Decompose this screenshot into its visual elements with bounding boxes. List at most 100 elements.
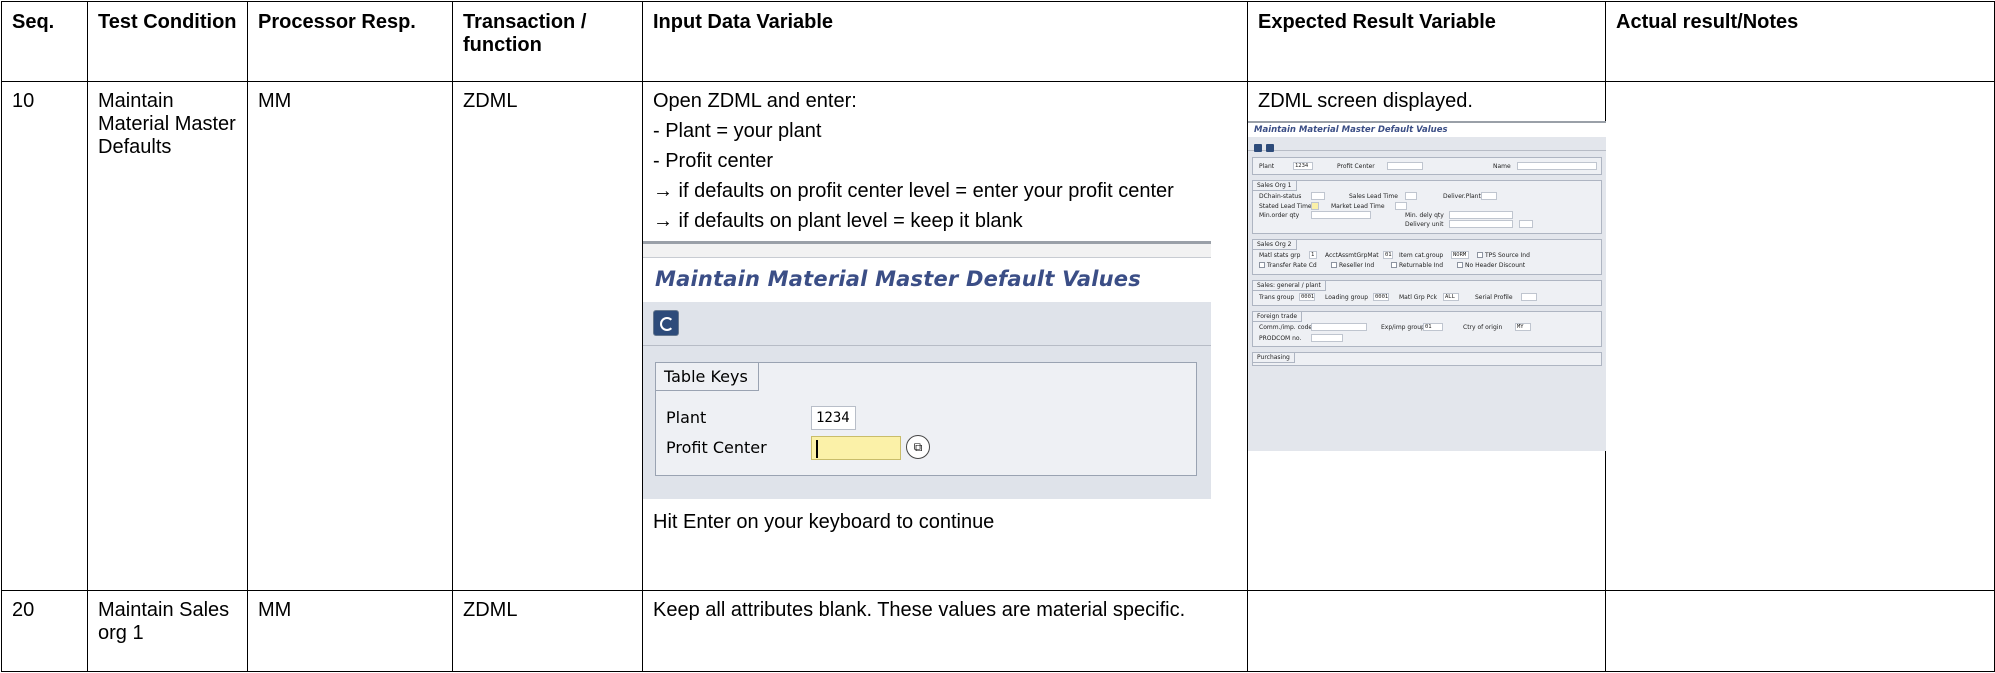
thumb-loading-group-value: 0001: [1373, 293, 1389, 301]
thumb-ctry-origin-value: MY: [1515, 323, 1531, 331]
execute-icon[interactable]: [653, 310, 679, 336]
thumb-sales-general-title: Sales: general / plant: [1253, 281, 1326, 291]
thumb-stated-lead-label: Stated Lead Time: [1259, 203, 1312, 210]
cell-expected-result: ZDML screen displayed. Maintain Material…: [1247, 81, 1606, 591]
table-keys-group: Table Keys Plant 1234 Profit Center ⧉: [655, 362, 1197, 476]
thumb-profit-center-value: [1387, 162, 1423, 170]
f4-help-icon[interactable]: ⧉: [906, 435, 930, 459]
sap-thumbnail: Maintain Material Master Default Values …: [1248, 121, 1606, 451]
header-transaction: Transaction / function: [452, 1, 643, 82]
thumb-exp-imp-value: 01: [1423, 323, 1443, 331]
thumb-name-label: Name: [1493, 163, 1511, 170]
thumb-matl-stats-value: 1: [1309, 251, 1317, 259]
profit-center-label: Profit Center: [666, 438, 767, 457]
thumb-exp-imp-label: Exp/imp group: [1381, 324, 1425, 331]
cell-actual-result[interactable]: [1605, 81, 1995, 591]
thumb-deliver-plant-label: Deliver.Plant: [1443, 193, 1481, 200]
thumb-prodcom-field: [1311, 334, 1343, 342]
thumb-min-order-field: [1311, 211, 1371, 219]
header-seq: Seq.: [1, 1, 88, 82]
thumb-acct-assgmt-value: 01: [1383, 251, 1393, 259]
thumb-reseller-label: Reseller Ind: [1339, 262, 1375, 269]
cell-test-condition: Maintain Sales org 1: [87, 590, 248, 672]
thumb-reseller-checkbox: [1331, 262, 1337, 268]
plant-field[interactable]: 1234: [811, 406, 856, 430]
cell-processor: MM: [247, 590, 453, 672]
input-line: → if defaults on profit center level = e…: [653, 180, 1174, 202]
thumb-comm-imp-label: Comm./imp. code: [1259, 324, 1313, 331]
save-icon: [1266, 144, 1274, 152]
table-keys-title: Table Keys: [656, 363, 759, 391]
cell-input-data: Open ZDML and enter: - Plant = your plan…: [642, 81, 1248, 591]
thumb-trans-group-label: Trans group: [1259, 294, 1295, 301]
cell-transaction: ZDML: [452, 590, 643, 672]
thumb-plant-label: Plant: [1259, 163, 1275, 170]
thumb-min-dely-label: Min. dely qty: [1405, 212, 1444, 219]
header-expected-result: Expected Result Variable: [1247, 1, 1606, 82]
thumb-toolbar: [1248, 137, 1606, 152]
cell-expected-result: [1247, 590, 1606, 672]
thumb-min-dely-field: [1449, 211, 1513, 219]
thumb-market-lead-field: [1395, 202, 1407, 210]
thumb-deliver-plant-field: [1481, 192, 1497, 200]
thumb-profit-center-label: Profit Center: [1337, 163, 1375, 170]
input-line: - Plant = your plant: [653, 120, 822, 142]
thumb-min-order-label: Min.order qty: [1259, 212, 1300, 219]
thumb-matl-grp-pck-value: ALL: [1443, 293, 1459, 301]
table-row: 10 Maintain Material Master Defaults MM …: [1, 81, 1995, 591]
cell-input-data: Keep all attributes blank. These values …: [642, 590, 1248, 672]
thumb-foreign-trade-title: Foreign trade: [1253, 312, 1303, 322]
cell-processor: MM: [247, 81, 453, 591]
thumb-market-lead-label: Market Lead Time: [1331, 203, 1385, 210]
thumb-keys-box: Plant 1234 Profit Center Name: [1252, 157, 1602, 175]
plant-label: Plant: [666, 408, 707, 427]
thumb-no-header-label: No Header Discount: [1465, 262, 1526, 269]
table-row: 20 Maintain Sales org 1 MM ZDML Keep all…: [1, 590, 1995, 672]
thumb-purchasing-title: Purchasing: [1253, 353, 1295, 363]
thumb-sales-org2-title: Sales Org 2: [1253, 240, 1297, 250]
thumb-sales-org1-box: Sales Org 1 DChain-status Sales Lead Tim…: [1252, 180, 1602, 234]
thumb-delivery-unit-field2: [1519, 220, 1533, 228]
header-actual-result: Actual result/Notes: [1605, 1, 1995, 82]
thumb-prodcom-label: PRODCOM no.: [1259, 335, 1302, 342]
thumb-name-value: [1517, 162, 1597, 170]
input-after-line: Hit Enter on your keyboard to continue: [653, 511, 995, 533]
cell-transaction: ZDML: [452, 81, 643, 591]
thumb-trans-group-value: 0001: [1299, 293, 1315, 301]
thumb-item-cat-value: NORM: [1451, 251, 1469, 259]
thumb-serial-profile-field: [1521, 293, 1537, 301]
thumb-tps-checkbox: [1477, 252, 1483, 258]
execute-icon: [1254, 144, 1262, 152]
test-script-table: Seq. Test Condition Processor Resp. Tran…: [1, 1, 1995, 672]
cell-seq: 10: [1, 81, 88, 591]
thumb-no-header-checkbox: [1457, 262, 1463, 268]
header-row: Seq. Test Condition Processor Resp. Tran…: [1, 1, 1995, 82]
header-test-condition: Test Condition: [87, 1, 248, 82]
sap-toolbar: [643, 302, 1211, 346]
thumb-transfer-label: Transfer Rate Cd: [1267, 262, 1317, 269]
thumb-ctry-origin-label: Ctry of origin: [1463, 324, 1503, 331]
thumb-serial-profile-label: Serial Profile: [1475, 294, 1513, 301]
input-line: Open ZDML and enter:: [653, 90, 857, 112]
profit-center-field[interactable]: [811, 436, 901, 460]
cell-actual-result[interactable]: [1605, 590, 1995, 672]
thumb-dchain-field: [1311, 192, 1325, 200]
thumb-title: Maintain Material Master Default Values: [1248, 123, 1606, 137]
header-input-data: Input Data Variable: [642, 1, 1248, 82]
thumb-returnable-checkbox: [1391, 262, 1397, 268]
thumb-returnable-label: Returnable Ind: [1399, 262, 1444, 269]
sap-screenshot: Maintain Material Master Default Values …: [643, 241, 1211, 499]
thumb-sales-lead-label: Sales Lead Time: [1349, 193, 1398, 200]
sap-top-bar: [643, 244, 1211, 258]
thumb-plant-value: 1234: [1293, 162, 1313, 170]
thumb-matl-grp-pck-label: Matl Grp Pck: [1399, 294, 1438, 301]
thumb-purchasing-box: Purchasing: [1252, 352, 1602, 366]
input-line: → if defaults on plant level = keep it b…: [653, 210, 1023, 232]
header-processor: Processor Resp.: [247, 1, 453, 82]
cell-test-condition: Maintain Material Master Defaults: [87, 81, 248, 591]
input-line: - Profit center: [653, 150, 774, 172]
thumb-sales-org1-title: Sales Org 1: [1253, 181, 1297, 191]
thumb-dchain-label: DChain-status: [1259, 193, 1302, 200]
thumb-sales-lead-field: [1405, 192, 1417, 200]
thumb-sales-org2-box: Sales Org 2 Matl stats grp 1 AcctAssmtGr…: [1252, 239, 1602, 275]
